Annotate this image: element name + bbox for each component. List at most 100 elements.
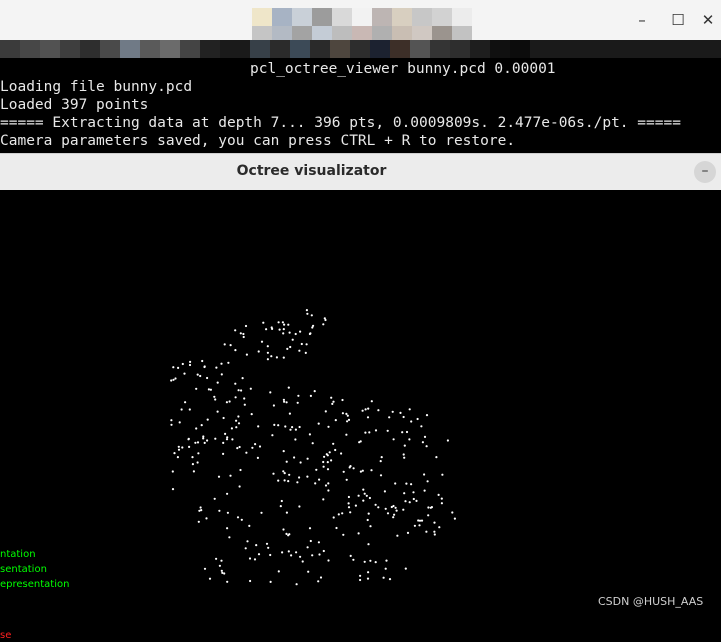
- legend-item: epresentation: [0, 579, 70, 590]
- cloud-point: [206, 418, 209, 421]
- cloud-point: [416, 417, 419, 421]
- cloud-point: [391, 410, 394, 413]
- cloud-point: [213, 395, 216, 398]
- cloud-point: [446, 439, 449, 442]
- cloud-point: [348, 466, 351, 469]
- cloud-point: [213, 497, 216, 500]
- cloud-point: [368, 431, 371, 434]
- cloud-point: [423, 473, 426, 476]
- cloud-point: [420, 425, 423, 428]
- cloud-point: [196, 461, 199, 464]
- cloud-point: [226, 511, 229, 514]
- cloud-point: [384, 507, 387, 510]
- cloud-point: [299, 330, 302, 333]
- cloud-point: [203, 365, 206, 369]
- cloud-point: [324, 318, 327, 322]
- terminal-minimize-button[interactable]: –: [630, 10, 654, 30]
- cloud-point: [286, 347, 289, 350]
- legend-item: sentation: [0, 564, 47, 575]
- cloud-point: [203, 441, 206, 444]
- cloud-point: [306, 475, 309, 478]
- cloud-point: [282, 528, 285, 531]
- cloud-point: [257, 425, 260, 428]
- cloud-point: [325, 453, 328, 456]
- cloud-point: [368, 496, 371, 500]
- cloud-point: [188, 445, 191, 448]
- cloud-point: [318, 478, 321, 481]
- terminal-maximize-button[interactable]: ☐: [666, 10, 690, 30]
- cloud-point: [270, 355, 273, 358]
- cloud-point: [374, 561, 377, 564]
- cloud-point: [365, 494, 368, 497]
- cloud-point: [177, 448, 181, 451]
- cloud-point: [367, 543, 370, 546]
- cloud-point: [323, 455, 326, 458]
- cloud-point: [171, 488, 175, 491]
- cloud-point: [238, 485, 241, 488]
- cloud-point: [423, 435, 427, 438]
- cloud-point: [267, 546, 270, 549]
- cloud-point: [379, 460, 382, 463]
- cloud-point: [191, 456, 194, 459]
- cloud-point: [359, 578, 362, 582]
- cloud-point: [269, 580, 272, 583]
- cloud-point: [290, 554, 293, 557]
- cloud-point: [236, 447, 239, 450]
- cloud-point: [311, 442, 314, 445]
- cloud-point: [330, 459, 333, 462]
- cloud-point: [229, 344, 232, 347]
- cloud-point: [220, 569, 223, 572]
- terminal-titlebar: – ☐ ✕: [0, 0, 721, 44]
- cloud-point: [413, 524, 416, 527]
- cloud-point: [304, 351, 307, 354]
- cloud-point: [334, 448, 337, 452]
- terminal-output-line: Camera parameters saved, you can press C…: [0, 133, 516, 149]
- cloud-point: [244, 324, 248, 328]
- cloud-point: [427, 506, 430, 509]
- cloud-point: [394, 482, 397, 485]
- cloud-point: [421, 441, 424, 444]
- cloud-point: [406, 531, 410, 534]
- cloud-point: [181, 446, 184, 449]
- cloud-point: [203, 567, 207, 570]
- cloud-point: [188, 408, 191, 411]
- viewer-titlebar[interactable]: Octree visualizator –: [0, 153, 721, 191]
- cloud-point: [270, 326, 273, 329]
- cloud-point: [234, 329, 237, 332]
- cloud-point: [234, 382, 237, 385]
- terminal-close-button[interactable]: ✕: [696, 10, 720, 30]
- cloud-point: [250, 413, 253, 416]
- cloud-point: [195, 427, 198, 430]
- cloud-point: [199, 506, 202, 509]
- cloud-point: [324, 484, 328, 487]
- cloud-point: [220, 559, 223, 562]
- cloud-point: [403, 444, 406, 447]
- cloud-point: [347, 418, 351, 421]
- cloud-point: [245, 451, 248, 454]
- cloud-point: [202, 437, 205, 440]
- viewer-minimize-button[interactable]: –: [694, 161, 716, 183]
- legend-item: ntation: [0, 549, 36, 560]
- cloud-point: [403, 456, 406, 459]
- cloud-point: [277, 321, 280, 324]
- cloud-point: [177, 366, 180, 369]
- cloud-point: [282, 470, 285, 473]
- cloud-point: [319, 576, 323, 579]
- cloud-point: [237, 389, 240, 392]
- cloud-point: [201, 359, 204, 363]
- cloud-point: [403, 492, 406, 495]
- cloud-point: [187, 438, 190, 441]
- cloud-point: [415, 499, 418, 502]
- cloud-point: [332, 516, 335, 519]
- cloud-point: [280, 499, 283, 503]
- cloud-point: [440, 497, 443, 500]
- legend-item-red: se: [0, 630, 12, 641]
- cloud-point: [208, 577, 212, 580]
- cloud-point: [235, 426, 238, 429]
- cloud-point: [226, 580, 229, 583]
- cloud-point: [433, 521, 436, 524]
- cloud-point: [287, 323, 290, 326]
- cloud-point: [367, 407, 370, 410]
- cloud-point: [288, 533, 291, 536]
- point-cloud-canvas[interactable]: ntation sentation epresentation se: [0, 190, 721, 641]
